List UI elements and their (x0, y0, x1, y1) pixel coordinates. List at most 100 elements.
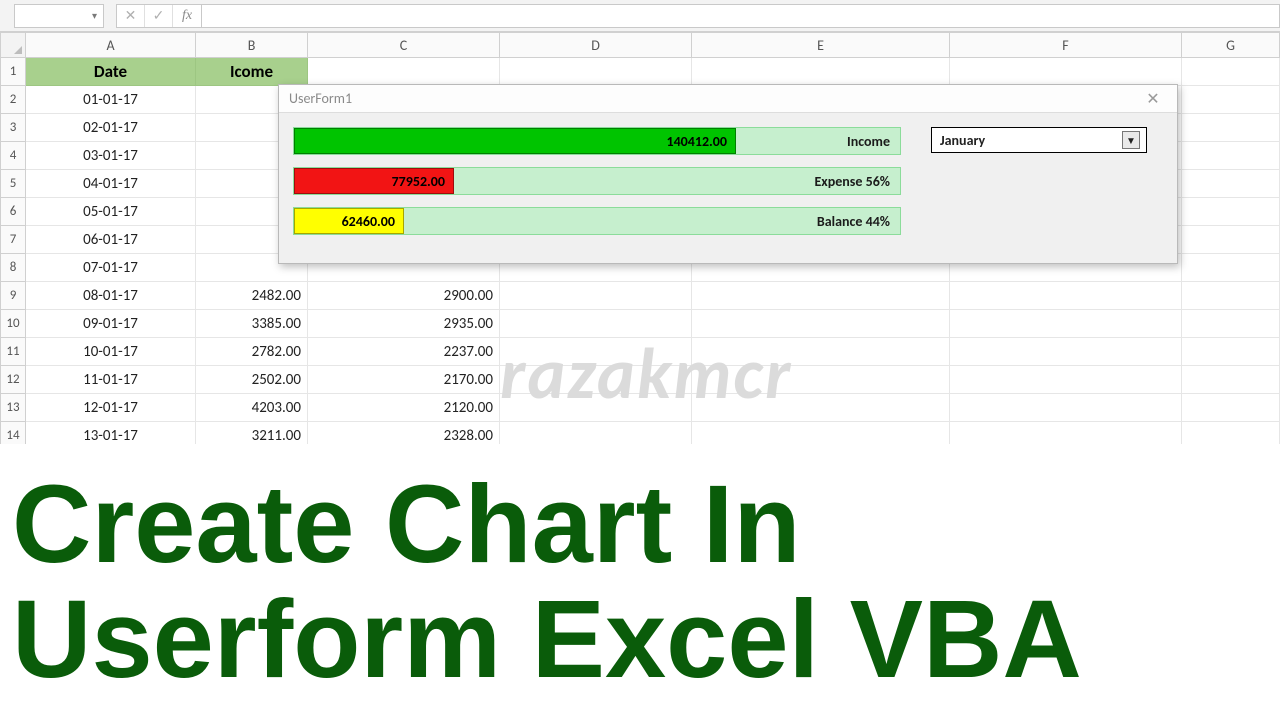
cell-D1[interactable] (500, 58, 692, 86)
row-header[interactable]: 12 (0, 366, 26, 394)
cell-A2[interactable]: 01-01-17 (26, 86, 196, 114)
cell-D9[interactable] (500, 282, 692, 310)
cell-G5[interactable] (1182, 170, 1280, 198)
cell-G1[interactable] (1182, 58, 1280, 86)
insert-function-button[interactable]: fx (173, 5, 201, 27)
cell-F11[interactable] (950, 338, 1182, 366)
cell-C12[interactable]: 2170.00 (308, 366, 500, 394)
month-dropdown[interactable]: January ▼ (931, 127, 1147, 153)
userform-titlebar[interactable]: UserForm1 ✕ (279, 85, 1177, 113)
confirm-formula-button[interactable]: ✓ (145, 5, 173, 27)
column-header-D[interactable]: D (500, 32, 692, 58)
column-header-B[interactable]: B (196, 32, 308, 58)
cell-E11[interactable] (692, 338, 950, 366)
row-header[interactable]: 1 (0, 58, 26, 86)
formula-input[interactable] (202, 4, 1280, 28)
close-button[interactable]: ✕ (1139, 89, 1167, 109)
cell-F10[interactable] (950, 310, 1182, 338)
cell-C1[interactable] (308, 58, 500, 86)
cell-A3[interactable]: 02-01-17 (26, 114, 196, 142)
row-header[interactable]: 9 (0, 282, 26, 310)
table-row: 13 12-01-17 4203.00 2120.00 (0, 394, 1280, 422)
cell-A7[interactable]: 06-01-17 (26, 226, 196, 254)
overlay-title: Create Chart In Userform Excel VBA (0, 467, 1280, 698)
cancel-formula-button[interactable]: ✕ (117, 5, 145, 27)
column-header-F[interactable]: F (950, 32, 1182, 58)
cell-E12[interactable] (692, 366, 950, 394)
select-all-corner[interactable] (0, 32, 26, 58)
cell-A4[interactable]: 03-01-17 (26, 142, 196, 170)
cell-D11[interactable] (500, 338, 692, 366)
column-header-G[interactable]: G (1182, 32, 1280, 58)
balance-bar-track: 62460.00 Balance 44% (293, 207, 901, 235)
chevron-down-icon: ▾ (92, 9, 97, 22)
cell-G9[interactable] (1182, 282, 1280, 310)
cell-F9[interactable] (950, 282, 1182, 310)
x-icon: ✕ (125, 7, 137, 24)
row-header[interactable]: 13 (0, 394, 26, 422)
overlay-title-panel: Create Chart In Userform Excel VBA (0, 444, 1280, 720)
cell-E13[interactable] (692, 394, 950, 422)
row-header[interactable]: 10 (0, 310, 26, 338)
column-header-A[interactable]: A (26, 32, 196, 58)
userform-body: 140412.00 Income 77952.00 Expense 56% 62… (279, 113, 1177, 235)
expense-bar-fill: 77952.00 (294, 168, 454, 194)
name-box[interactable]: ▾ (14, 4, 104, 28)
cell-A8[interactable]: 07-01-17 (26, 254, 196, 282)
column-header-E[interactable]: E (692, 32, 950, 58)
cell-C9[interactable]: 2900.00 (308, 282, 500, 310)
row-header[interactable]: 3 (0, 114, 26, 142)
check-icon: ✓ (153, 7, 165, 24)
cell-A13[interactable]: 12-01-17 (26, 394, 196, 422)
cell-G11[interactable] (1182, 338, 1280, 366)
row-header[interactable]: 8 (0, 254, 26, 282)
row-header[interactable]: 7 (0, 226, 26, 254)
cell-C11[interactable]: 2237.00 (308, 338, 500, 366)
row-header[interactable]: 6 (0, 198, 26, 226)
cell-A6[interactable]: 05-01-17 (26, 198, 196, 226)
chevron-down-icon: ▼ (1122, 131, 1140, 149)
cell-E9[interactable] (692, 282, 950, 310)
cell-G8[interactable] (1182, 254, 1280, 282)
cell-C10[interactable]: 2935.00 (308, 310, 500, 338)
row-header[interactable]: 4 (0, 142, 26, 170)
cell-D13[interactable] (500, 394, 692, 422)
cell-E10[interactable] (692, 310, 950, 338)
cell-G2[interactable] (1182, 86, 1280, 114)
cell-D12[interactable] (500, 366, 692, 394)
cell-B11[interactable]: 2782.00 (196, 338, 308, 366)
cell-C13[interactable]: 2120.00 (308, 394, 500, 422)
cell-F13[interactable] (950, 394, 1182, 422)
cell-A5[interactable]: 04-01-17 (26, 170, 196, 198)
cell-A9[interactable]: 08-01-17 (26, 282, 196, 310)
cell-A12[interactable]: 11-01-17 (26, 366, 196, 394)
cell-G10[interactable] (1182, 310, 1280, 338)
cell-D10[interactable] (500, 310, 692, 338)
cell-B10[interactable]: 3385.00 (196, 310, 308, 338)
cell-E1[interactable] (692, 58, 950, 86)
cell-A11[interactable]: 10-01-17 (26, 338, 196, 366)
column-header-C[interactable]: C (308, 32, 500, 58)
expense-bar-track: 77952.00 Expense 56% (293, 167, 901, 195)
expense-label: Expense 56% (814, 168, 890, 194)
row-header[interactable]: 5 (0, 170, 26, 198)
formula-bar: ▾ ✕ ✓ fx (0, 0, 1280, 32)
cell-B13[interactable]: 4203.00 (196, 394, 308, 422)
income-label: Income (847, 128, 890, 154)
cell-F12[interactable] (950, 366, 1182, 394)
cell-B9[interactable]: 2482.00 (196, 282, 308, 310)
cell-A10[interactable]: 09-01-17 (26, 310, 196, 338)
cell-G6[interactable] (1182, 198, 1280, 226)
table-row: 10 09-01-17 3385.00 2935.00 (0, 310, 1280, 338)
cell-B1[interactable]: Icome (196, 58, 308, 86)
cell-B12[interactable]: 2502.00 (196, 366, 308, 394)
row-header[interactable]: 2 (0, 86, 26, 114)
cell-G7[interactable] (1182, 226, 1280, 254)
cell-A1[interactable]: Date (26, 58, 196, 86)
cell-G12[interactable] (1182, 366, 1280, 394)
cell-G13[interactable] (1182, 394, 1280, 422)
cell-G4[interactable] (1182, 142, 1280, 170)
cell-G3[interactable] (1182, 114, 1280, 142)
row-header[interactable]: 11 (0, 338, 26, 366)
cell-F1[interactable] (950, 58, 1182, 86)
